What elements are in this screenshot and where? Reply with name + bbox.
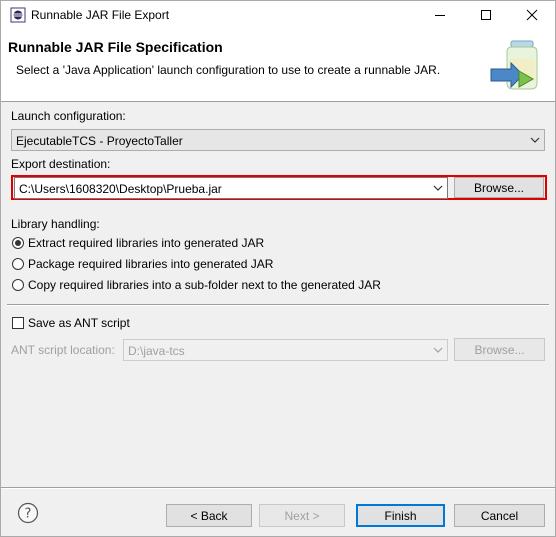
radio-package-libraries[interactable] [12, 258, 24, 270]
radio-extract-libraries[interactable] [12, 237, 24, 249]
save-ant-label[interactable]: Save as ANT script [28, 316, 130, 330]
help-icon[interactable]: ? [17, 502, 39, 524]
maximize-icon [481, 10, 491, 20]
close-button[interactable] [509, 1, 555, 29]
finish-button[interactable]: Finish [356, 504, 445, 527]
chevron-down-icon [433, 185, 443, 191]
svg-text:?: ? [25, 507, 32, 522]
maximize-button[interactable] [463, 1, 509, 29]
minimize-button[interactable] [417, 1, 463, 29]
back-button[interactable]: < Back [166, 504, 252, 527]
jar-export-wizard-icon [490, 40, 538, 90]
wizard-header: Runnable JAR File Specification Select a… [1, 29, 555, 102]
radio-package-label[interactable]: Package required libraries into generate… [28, 257, 273, 271]
radio-copy-label[interactable]: Copy required libraries into a sub-folde… [28, 278, 381, 292]
chevron-down-icon [433, 347, 443, 353]
cancel-button[interactable]: Cancel [454, 504, 545, 527]
chevron-down-icon [530, 137, 540, 143]
close-icon [526, 9, 538, 21]
footer-separator [1, 487, 555, 489]
export-destination-label: Export destination: [11, 157, 111, 171]
window-title: Runnable JAR File Export [31, 8, 170, 22]
ant-location-value: D:\java-tcs [128, 344, 185, 358]
launch-config-select[interactable]: EjecutableTCS - ProyectoTaller [11, 129, 545, 151]
save-ant-checkbox[interactable] [12, 317, 24, 329]
next-button[interactable]: Next > [259, 504, 345, 527]
minimize-icon [435, 15, 445, 16]
page-title: Runnable JAR File Specification [8, 39, 223, 55]
ant-browse-button[interactable]: Browse... [454, 338, 545, 361]
launch-config-label: Launch configuration: [11, 109, 126, 123]
title-bar: Runnable JAR File Export [1, 1, 555, 29]
export-dialog: Runnable JAR File Export Runnable JAR Fi… [0, 0, 556, 537]
page-description: Select a 'Java Application' launch confi… [16, 63, 441, 77]
ant-location-input[interactable]: D:\java-tcs [123, 339, 448, 361]
export-browse-button[interactable]: Browse... [454, 177, 544, 198]
eclipse-app-icon [10, 7, 26, 23]
library-handling-label: Library handling: [11, 217, 100, 231]
launch-config-value: EjecutableTCS - ProyectoTaller [16, 134, 183, 148]
export-destination-value: C:\Users\1608320\Desktop\Prueba.jar [19, 182, 222, 196]
radio-extract-label[interactable]: Extract required libraries into generate… [28, 236, 264, 250]
export-destination-input[interactable]: C:\Users\1608320\Desktop\Prueba.jar [14, 177, 448, 199]
radio-copy-libraries[interactable] [12, 279, 24, 291]
ant-location-label: ANT script location: [11, 343, 115, 357]
separator [7, 304, 549, 306]
